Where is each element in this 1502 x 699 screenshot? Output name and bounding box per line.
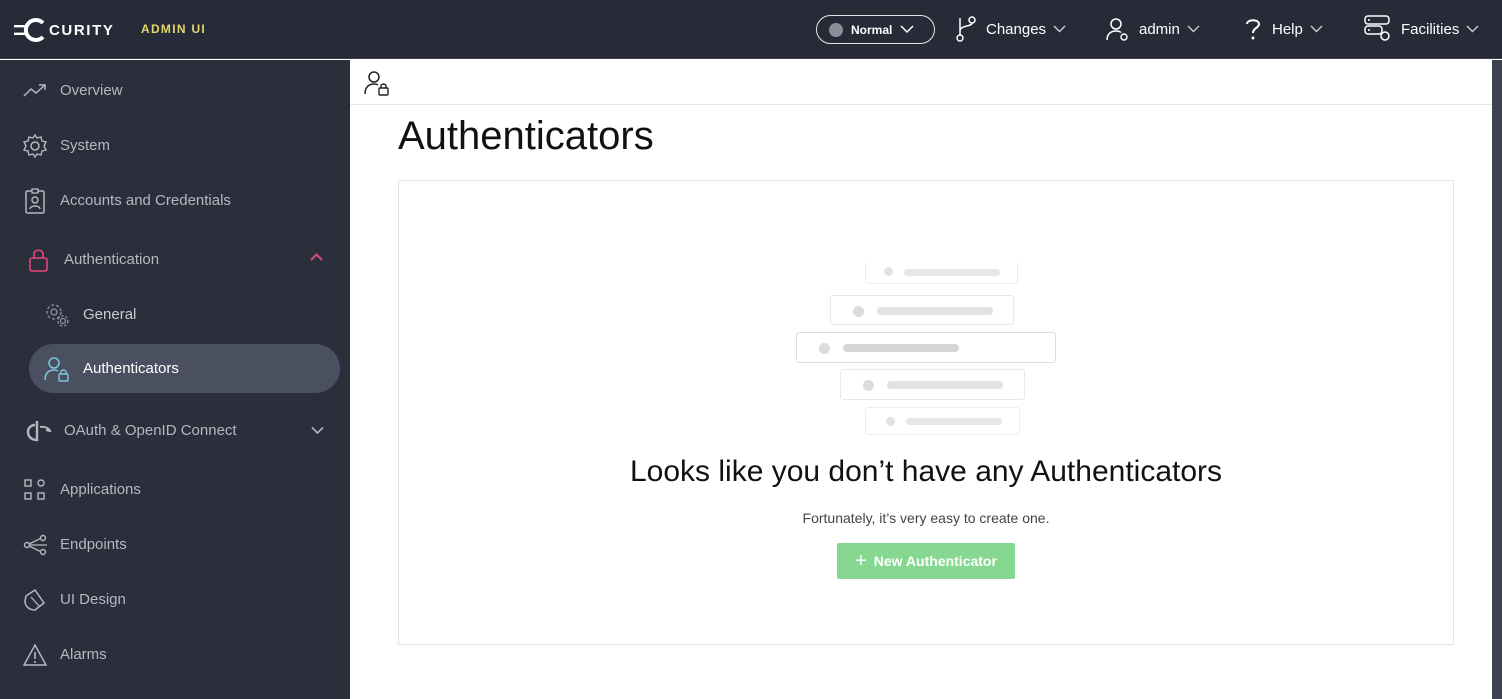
placeholder-row	[865, 262, 1018, 284]
gear-icon	[22, 133, 48, 159]
oauth-icon	[26, 421, 52, 442]
user-lock-icon	[44, 357, 69, 382]
page-title: Authenticators	[398, 114, 654, 158]
mode-label: Normal	[851, 22, 893, 37]
user-menu[interactable]: admin	[1106, 14, 1200, 44]
sidebar-item-label: OAuth & OpenID Connect	[64, 421, 237, 439]
sidebar-item-endpoints[interactable]: Endpoints	[0, 524, 350, 564]
sidebar-item-label: Authentication	[64, 250, 160, 268]
chevron-down-icon	[311, 426, 324, 435]
help-label: Help	[1272, 20, 1303, 38]
sidebar-item-oauth[interactable]: OAuth & OpenID Connect	[0, 410, 350, 450]
placeholder-bar	[904, 269, 1000, 276]
trend-icon	[23, 84, 46, 97]
sidebar-item-label: Alarms	[60, 645, 107, 663]
changes-label: Changes	[986, 20, 1047, 38]
placeholder-bar	[887, 381, 1003, 389]
chevron-down-icon	[1053, 25, 1066, 33]
placeholder-dot	[863, 380, 874, 391]
server-gear-icon	[1364, 15, 1390, 41]
empty-state-title: Looks like you don’t have any Authentica…	[629, 455, 1223, 488]
sidebar-item-ui-design[interactable]: UI Design	[0, 579, 350, 619]
content-header	[350, 60, 1492, 105]
chevron-down-icon	[1310, 25, 1323, 33]
sidebar-item-system[interactable]: System	[0, 125, 350, 165]
empty-state-subtitle: Fortunately, it’s very easy to create on…	[802, 510, 1050, 526]
mode-status-dot	[829, 22, 843, 37]
sidebar: Overview System Accounts and Credentials…	[0, 60, 350, 699]
sidebar-item-label: Applications	[60, 480, 141, 498]
curity-logo[interactable]: CURITY	[13, 18, 114, 42]
facilities-menu[interactable]: Facilities	[1364, 14, 1479, 44]
brand-name: CURITY	[49, 21, 115, 39]
mode-selector[interactable]: Normal	[816, 15, 935, 44]
sidebar-item-authentication[interactable]: Authentication	[0, 239, 350, 279]
placeholder-row	[830, 295, 1014, 325]
admin-ui-label: ADMIN UI	[141, 22, 207, 36]
sidebar-item-applications[interactable]: Applications	[0, 469, 350, 509]
new-authenticator-label: New Authenticator	[873, 553, 997, 569]
warning-icon	[22, 643, 48, 666]
sidebar-item-general[interactable]: General	[29, 290, 340, 339]
curity-logo-icon	[14, 18, 45, 42]
chevron-down-icon	[1187, 25, 1200, 33]
sidebar-item-accounts[interactable]: Accounts and Credentials	[0, 180, 350, 220]
help-menu[interactable]: Help	[1243, 14, 1323, 44]
placeholder-row	[840, 369, 1025, 400]
placeholder-row	[796, 332, 1056, 363]
plus-icon: +	[855, 550, 867, 572]
scrollbar[interactable]	[1492, 60, 1502, 699]
branch-icon	[956, 16, 976, 42]
sidebar-item-label: Authenticators	[83, 360, 179, 377]
sidebar-item-label: General	[83, 306, 137, 323]
palette-icon	[24, 588, 46, 611]
placeholder-bar	[906, 418, 1002, 425]
question-icon	[1246, 19, 1261, 40]
changes-menu[interactable]: Changes	[955, 14, 1066, 44]
sidebar-item-label: Accounts and Credentials	[60, 191, 231, 209]
apps-icon	[24, 479, 45, 500]
user-gear-icon	[1106, 18, 1128, 41]
new-authenticator-button[interactable]: + New Authenticator	[837, 543, 1015, 579]
user-label: admin	[1139, 20, 1180, 38]
badge-icon	[25, 188, 45, 214]
gears-icon	[46, 304, 69, 327]
endpoints-icon	[23, 534, 47, 556]
placeholder-row	[865, 407, 1020, 435]
placeholder-bar	[877, 307, 993, 315]
user-lock-icon	[364, 71, 389, 96]
top-bar: CURITY ADMIN UI Normal Changes admin Hel…	[0, 0, 1502, 59]
lock-icon	[29, 249, 48, 272]
sidebar-item-label: System	[60, 136, 111, 154]
chevron-up-icon	[310, 253, 323, 261]
sidebar-item-label: Endpoints	[60, 535, 127, 553]
placeholder-dot	[819, 343, 830, 354]
placeholder-dot	[886, 417, 895, 426]
facilities-label: Facilities	[1401, 20, 1460, 38]
sidebar-item-label: UI Design	[60, 590, 126, 608]
placeholder-dot	[853, 306, 864, 317]
placeholder-dot	[884, 267, 893, 276]
sidebar-item-overview[interactable]: Overview	[0, 70, 350, 110]
placeholder-bar	[843, 344, 959, 352]
sidebar-item-alarms[interactable]: Alarms	[0, 634, 350, 674]
sidebar-item-label: Overview	[60, 81, 123, 99]
sidebar-item-authenticators[interactable]: Authenticators	[29, 344, 340, 393]
chevron-down-icon	[900, 25, 914, 34]
chevron-down-icon	[1466, 25, 1479, 33]
